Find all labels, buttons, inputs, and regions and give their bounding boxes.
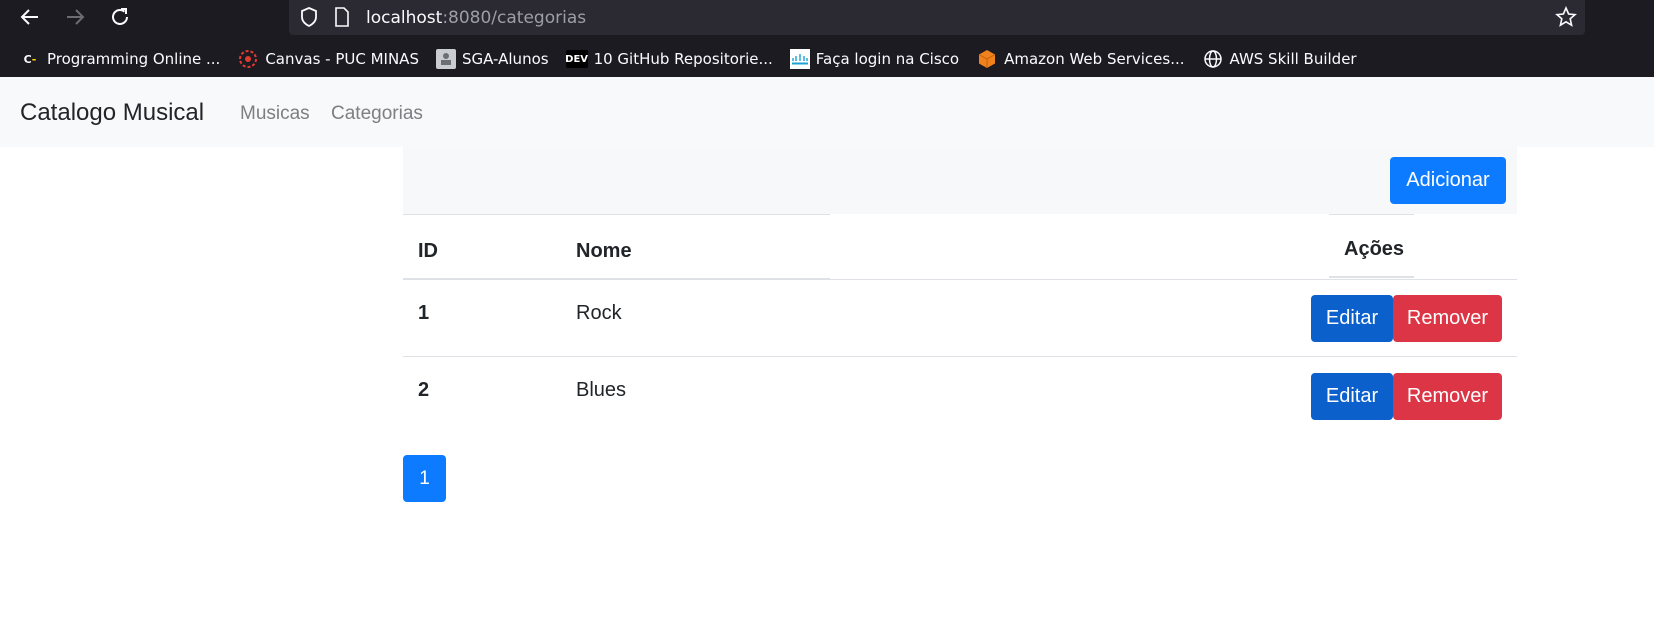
row-id: 2 <box>418 379 430 401</box>
row-name: Blues <box>576 379 627 401</box>
sga-icon <box>435 49 456 69</box>
add-button[interactable]: Adicionar <box>1390 157 1506 204</box>
nav-link-musicas[interactable]: Musicas <box>240 103 310 125</box>
header-actions: Ações <box>1344 238 1405 260</box>
canvas-icon <box>237 48 259 70</box>
page-icon <box>335 7 349 27</box>
edit-button[interactable]: Editar <box>1311 373 1393 420</box>
remove-button[interactable]: Remover <box>1393 295 1502 342</box>
bookmark-sga-alunos[interactable]: SGA-Alunos <box>435 49 549 69</box>
arrow-left-icon <box>20 9 38 25</box>
bookmark-label: Faça login na Cisco <box>815 50 960 68</box>
dev-icon: DEV <box>565 50 588 68</box>
bookmark-label: 10 GitHub Repositorie... <box>593 50 773 68</box>
header-divider-rest <box>830 279 1517 280</box>
remove-button[interactable]: Remover <box>1393 373 1502 420</box>
bookmark-label: Programming Online ... <box>47 50 221 68</box>
forward-button[interactable] <box>60 2 90 32</box>
bookmark-label: Amazon Web Services... <box>1004 50 1185 68</box>
reload-icon <box>112 8 128 25</box>
back-button[interactable] <box>15 2 45 32</box>
star-icon[interactable] <box>1555 6 1577 28</box>
cisco-icon <box>789 49 810 69</box>
nav-link-categorias[interactable]: Categorias <box>331 103 423 125</box>
table-top-border <box>403 214 830 215</box>
header-id: ID <box>418 240 438 262</box>
bookmark-label: SGA-Alunos <box>461 50 549 68</box>
row-divider <box>403 356 1517 357</box>
address-bar[interactable]: localhost:8080/categorias <box>289 0 1585 35</box>
globe-icon <box>1202 48 1224 70</box>
row-id: 1 <box>418 302 430 324</box>
shield-icon[interactable] <box>299 6 319 28</box>
bookmark-aws-skill-builder[interactable]: AWS Skill Builder <box>1202 48 1357 70</box>
bookmark-label: AWS Skill Builder <box>1229 50 1357 68</box>
arrow-right-icon <box>67 9 85 25</box>
bookmarks-bar: C- Programming Online ... Canvas - PUC M… <box>0 45 1357 73</box>
row-name: Rock <box>576 302 622 324</box>
table-toolbar <box>403 147 1517 214</box>
aws-cube-icon <box>976 48 998 70</box>
bookmark-github-repositories[interactable]: DEV 10 GitHub Repositorie... <box>565 50 773 68</box>
bookmark-label: Canvas - PUC MINAS <box>265 50 419 68</box>
browser-toolbar: localhost:8080/categorias C- Programming… <box>0 0 1654 77</box>
bookmark-programming-online[interactable]: C- Programming Online ... <box>19 48 221 70</box>
header-name: Nome <box>576 240 632 262</box>
bookmark-canvas[interactable]: Canvas - PUC MINAS <box>237 48 419 70</box>
pagination-page-1[interactable]: 1 <box>403 455 446 502</box>
reload-button[interactable] <box>105 2 135 32</box>
edit-button[interactable]: Editar <box>1311 295 1393 342</box>
table-top-border-actions <box>1329 214 1414 215</box>
app-navbar: Catalogo Musical Musicas Categorias <box>0 77 1654 147</box>
url-text[interactable]: localhost:8080/categorias <box>366 8 586 28</box>
header-divider-actions <box>1329 276 1414 278</box>
header-divider <box>403 278 830 280</box>
bookmark-amazon-web-services[interactable]: Amazon Web Services... <box>976 48 1185 70</box>
c-minus-icon: C- <box>23 52 37 66</box>
navbar-brand[interactable]: Catalogo Musical <box>20 99 204 127</box>
bookmark-cisco-login[interactable]: Faça login na Cisco <box>789 49 960 69</box>
